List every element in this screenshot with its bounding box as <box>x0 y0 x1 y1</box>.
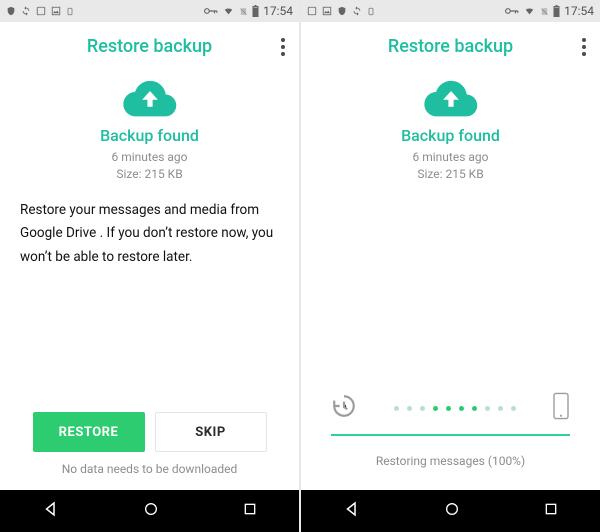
backup-found-title: Backup found <box>0 126 299 145</box>
battery-icon <box>553 5 560 17</box>
statusbar: 17:54 <box>301 0 600 22</box>
statusbar-right: 17:54 <box>204 4 293 18</box>
statusbar: 17:54 <box>0 0 299 22</box>
progress-bar <box>331 434 570 436</box>
header: Restore backup <box>301 22 600 70</box>
restore-description: Restore your messages and media from Goo… <box>0 183 299 270</box>
device-icon <box>66 6 74 17</box>
overflow-menu-button[interactable] <box>578 34 590 60</box>
image-icon <box>51 6 61 16</box>
backup-time: 6 minutes ago <box>301 149 600 166</box>
clock-text: 17:54 <box>564 4 594 18</box>
clock-text: 17:54 <box>263 4 293 18</box>
skip-button[interactable]: SKIP <box>155 412 267 452</box>
transfer-row <box>331 392 570 424</box>
statusbar-right: 17:54 <box>505 4 594 18</box>
shield-icon <box>6 6 16 16</box>
transfer-dots <box>357 406 552 411</box>
nav-recents-icon[interactable] <box>543 501 559 521</box>
nav-back-icon[interactable] <box>42 500 60 522</box>
statusbar-left <box>307 6 375 17</box>
overflow-menu-button[interactable] <box>277 34 289 60</box>
battery-icon <box>252 5 259 17</box>
progress-area: Restoring messages (100%) <box>301 392 600 490</box>
vpn-key-icon <box>204 6 218 16</box>
cloud-upload-icon <box>0 78 299 118</box>
header: Restore backup <box>0 22 299 70</box>
backup-meta: 6 minutes ago Size: 215 KB <box>0 149 299 183</box>
history-icon <box>331 393 357 423</box>
phone-right: 17:54 Restore backup Backup found 6 minu… <box>301 0 600 532</box>
download-footnote: No data needs to be downloaded <box>0 462 299 476</box>
phone-left: 17:54 Restore backup Backup found 6 minu… <box>0 0 299 532</box>
device-icon <box>367 6 375 17</box>
backup-time: 6 minutes ago <box>0 149 299 166</box>
page-title: Restore backup <box>388 36 513 57</box>
sync-icon <box>352 6 362 16</box>
phone-icon <box>552 392 570 424</box>
vpn-key-icon <box>505 6 519 16</box>
android-navbar <box>0 490 299 532</box>
nav-back-icon[interactable] <box>343 500 361 522</box>
wifi-icon <box>523 6 536 16</box>
shield-icon <box>337 6 347 16</box>
backup-meta: 6 minutes ago Size: 215 KB <box>301 149 600 183</box>
app-icon <box>36 6 46 16</box>
backup-size: Size: 215 KB <box>301 166 600 183</box>
backup-found-title: Backup found <box>301 126 600 145</box>
android-navbar <box>301 490 600 532</box>
no-sim-icon <box>540 6 549 17</box>
progress-text: Restoring messages (100%) <box>331 454 570 468</box>
sync-icon <box>21 6 31 16</box>
statusbar-left <box>6 6 74 17</box>
image-icon <box>322 6 332 16</box>
backup-size: Size: 215 KB <box>0 166 299 183</box>
page-title: Restore backup <box>87 36 212 57</box>
button-row: RESTORE SKIP <box>0 412 299 452</box>
cloud-upload-icon <box>301 78 600 118</box>
restore-button[interactable]: RESTORE <box>33 412 145 452</box>
nav-home-icon[interactable] <box>143 501 159 521</box>
wifi-icon <box>222 6 235 16</box>
nav-recents-icon[interactable] <box>242 501 258 521</box>
app-icon <box>307 6 317 16</box>
no-sim-icon <box>239 6 248 17</box>
nav-home-icon[interactable] <box>444 501 460 521</box>
